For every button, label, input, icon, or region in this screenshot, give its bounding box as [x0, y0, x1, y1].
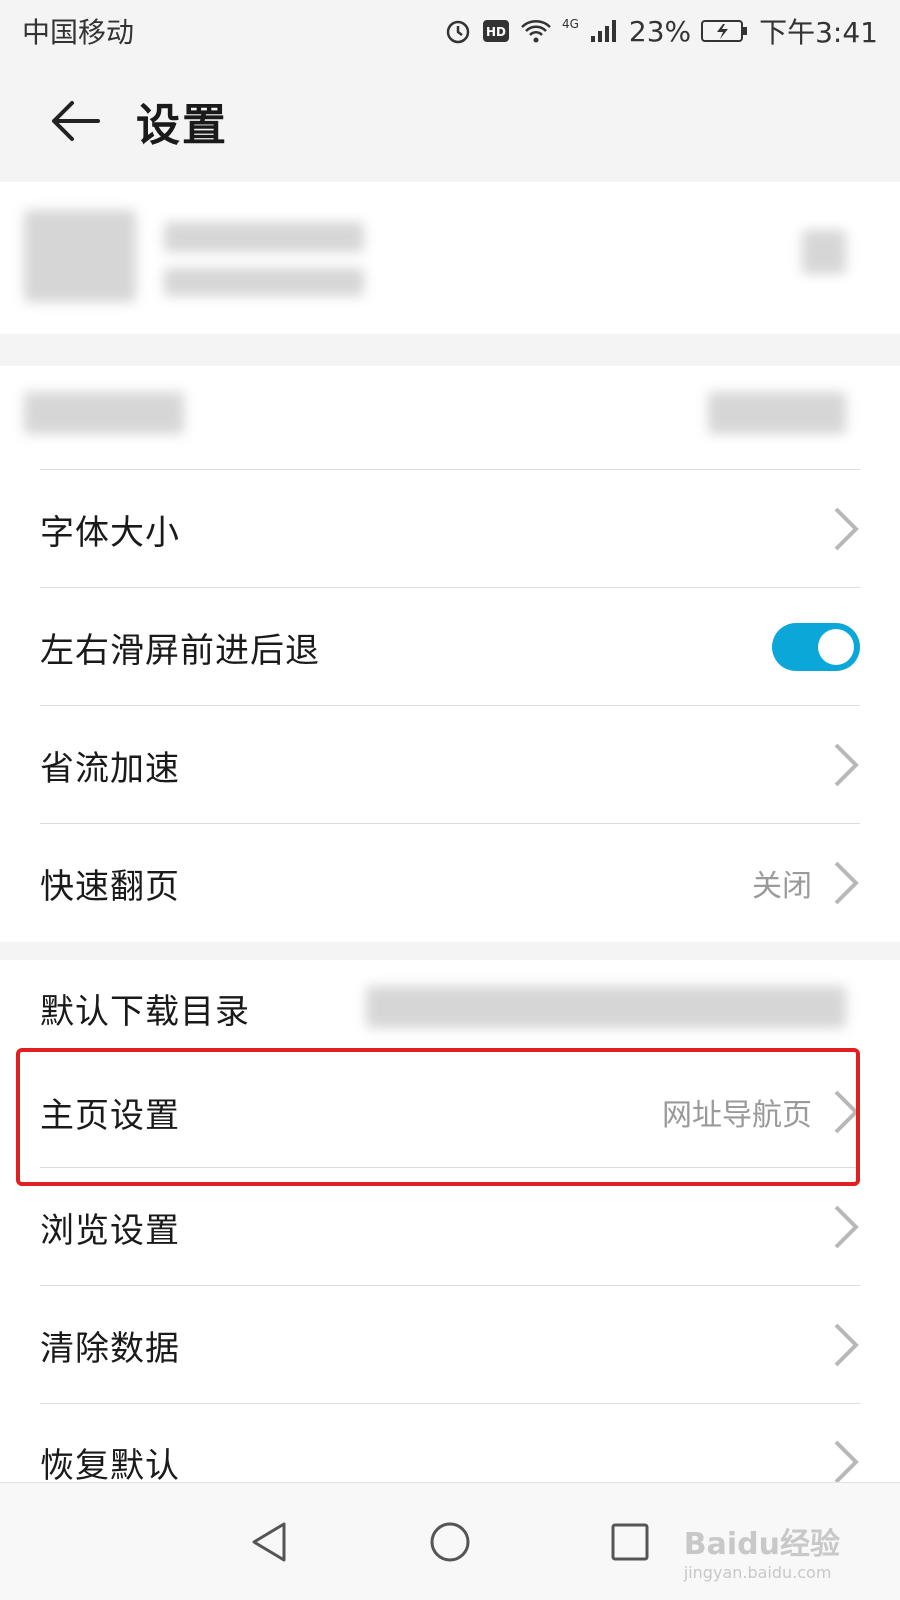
- back-arrow-icon: [52, 101, 100, 141]
- setting-quick-page-value: 关闭: [752, 869, 812, 904]
- clock: 下午3:41: [759, 16, 878, 49]
- chevron-right-icon: [834, 1205, 859, 1249]
- setting-data-saver-label: 省流加速: [40, 748, 180, 789]
- chevron-right-icon: [834, 861, 859, 905]
- signal-icon: [590, 20, 616, 42]
- setting-restore[interactable]: 恢复默认: [0, 1404, 900, 1486]
- setting-download-dir-label: 默认下载目录: [40, 991, 250, 1032]
- setting-quick-page-label: 快速翻页: [40, 866, 180, 907]
- app-header: 设置: [0, 62, 900, 180]
- watermark-url: jingyan.baidu.com: [683, 1563, 832, 1582]
- setting-font-size[interactable]: 字体大小: [0, 470, 900, 588]
- chevron-right-icon: [834, 507, 859, 551]
- setting-browse[interactable]: 浏览设置: [0, 1168, 900, 1286]
- setting-homepage[interactable]: 主页设置 网址导航页: [0, 1056, 900, 1168]
- setting-swipe-nav-label: 左右滑屏前进后退: [40, 630, 320, 671]
- swipe-nav-toggle[interactable]: [772, 623, 860, 671]
- system-nav-bar: Baidu经验 jingyan.baidu.com: [0, 1482, 900, 1600]
- setting-browse-label: 浏览设置: [40, 1210, 180, 1251]
- recents-square-icon[interactable]: [608, 1520, 652, 1564]
- account-name-blurred: [164, 222, 364, 252]
- watermark-brand: Baidu经验: [683, 1527, 840, 1562]
- battery-icon: [701, 20, 748, 42]
- chevron-right-icon: [834, 1323, 859, 1367]
- account-avatar: [24, 210, 136, 302]
- svg-text:HD: HD: [486, 25, 506, 39]
- baidu-jingyan-watermark: Baidu经验 jingyan.baidu.com: [684, 1519, 840, 1582]
- home-circle-icon[interactable]: [428, 1520, 472, 1564]
- setting-homepage-value: 网址导航页: [662, 1098, 812, 1133]
- status-bar: 中国移动 HD 4G 23% 下午3:41: [0, 0, 900, 62]
- blurred-setting-value: [708, 392, 846, 434]
- download-dir-value-blurred: [366, 986, 846, 1028]
- account-detail-blurred: [164, 268, 364, 296]
- chevron-right-icon: [834, 1090, 859, 1134]
- account-card[interactable]: [0, 182, 900, 334]
- toggle-knob: [818, 629, 854, 665]
- setting-font-size-label: 字体大小: [40, 512, 180, 553]
- setting-homepage-label: 主页设置: [40, 1095, 180, 1136]
- alarm-icon: [446, 20, 470, 44]
- chevron-right-icon: [834, 1440, 859, 1484]
- setting-swipe-nav[interactable]: 左右滑屏前进后退: [0, 588, 900, 706]
- back-triangle-icon[interactable]: [248, 1520, 292, 1564]
- carrier-label: 中国移动: [22, 16, 135, 49]
- account-chevron-blurred: [802, 230, 846, 274]
- back-button[interactable]: [34, 81, 114, 161]
- setting-data-saver[interactable]: 省流加速: [0, 706, 900, 824]
- setting-clear-data[interactable]: 清除数据: [0, 1286, 900, 1404]
- network-type: 4G: [561, 17, 579, 31]
- chevron-right-icon: [834, 743, 859, 787]
- page-title: 设置: [136, 100, 228, 151]
- wifi-icon: [521, 20, 551, 43]
- blurred-setting-label: [24, 392, 184, 434]
- hd-icon: HD: [482, 20, 509, 42]
- setting-quick-page[interactable]: 快速翻页 关闭: [0, 824, 900, 942]
- setting-restore-label: 恢复默认: [40, 1446, 180, 1486]
- battery-percent: 23%: [628, 14, 692, 48]
- setting-download-dir[interactable]: 默认下载目录: [0, 960, 900, 1056]
- blurred-setting-row[interactable]: [0, 366, 900, 470]
- setting-clear-data-label: 清除数据: [40, 1328, 180, 1369]
